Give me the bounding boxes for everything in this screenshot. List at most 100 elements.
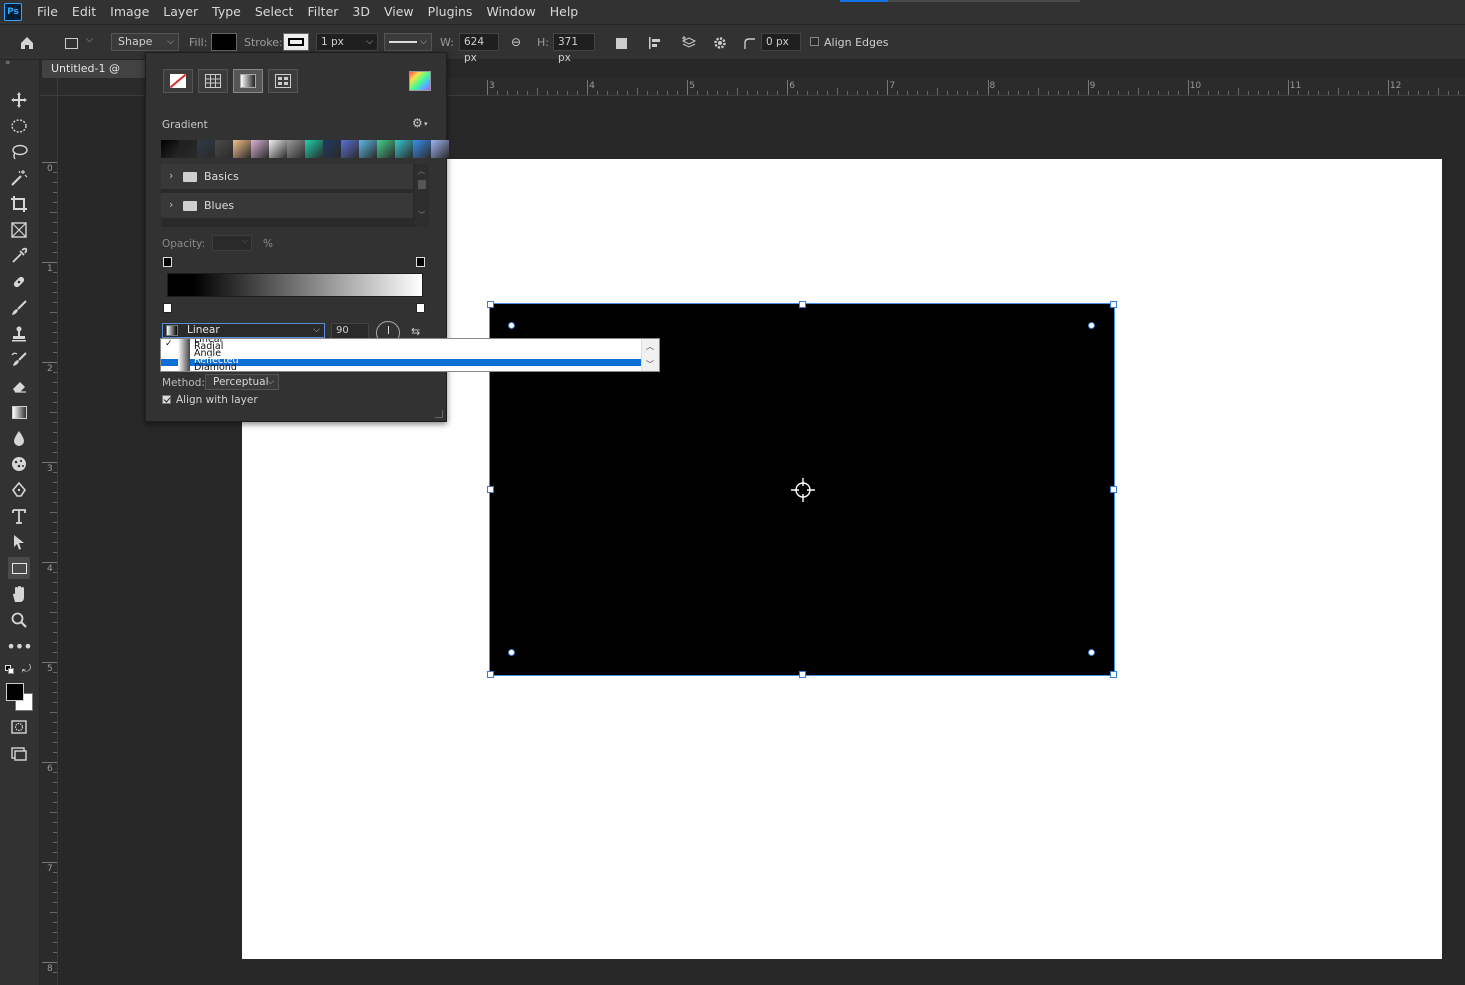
- scroll-thumb[interactable]: [418, 180, 426, 189]
- clone-stamp-tool-icon[interactable]: [8, 323, 30, 345]
- hand-tool-icon[interactable]: [8, 583, 30, 605]
- gradient-preset-swatch[interactable]: [431, 140, 449, 158]
- sponge-tool-icon[interactable]: [8, 453, 30, 475]
- gradient-preset-swatch[interactable]: [413, 140, 431, 158]
- foreground-color-swatch[interactable]: [6, 683, 24, 701]
- solid-color-button[interactable]: [198, 69, 228, 93]
- scroll-up-icon[interactable]: ︿: [418, 166, 425, 176]
- brush-tool-icon[interactable]: [8, 297, 30, 319]
- transform-handle-top[interactable]: [799, 301, 806, 308]
- stroke-type-select[interactable]: ⌵: [384, 33, 432, 51]
- menu-edit[interactable]: Edit: [65, 0, 103, 24]
- gradient-preset-swatch[interactable]: [287, 140, 305, 158]
- pattern-button[interactable]: [268, 69, 298, 93]
- transform-handle-right[interactable]: [1110, 486, 1117, 493]
- folder-row-blues[interactable]: › Blues: [161, 193, 413, 219]
- gradient-preset-swatch[interactable]: [251, 140, 269, 158]
- height-field[interactable]: 371 px: [553, 33, 595, 64]
- crop-tool-icon[interactable]: [8, 193, 30, 215]
- menu-select[interactable]: Select: [248, 0, 301, 24]
- gradient-preset-swatch[interactable]: [197, 140, 215, 158]
- chevron-right-icon[interactable]: ›: [169, 169, 173, 182]
- gradient-preset-swatch[interactable]: [377, 140, 395, 158]
- mode-select[interactable]: Shape ⌵: [111, 33, 179, 51]
- gear-icon[interactable]: [711, 34, 729, 52]
- menu-type[interactable]: Type: [205, 0, 248, 24]
- path-alignment-icon[interactable]: [646, 34, 664, 52]
- zoom-tool-icon[interactable]: [8, 609, 30, 631]
- screen-mode-icon[interactable]: [8, 743, 30, 765]
- tool-preset-picker[interactable]: [62, 34, 80, 52]
- chevron-down-icon[interactable]: ⌵: [86, 35, 93, 45]
- transform-handle-left[interactable]: [487, 486, 494, 493]
- folder-list-scrollbar[interactable]: ︿ ﹀: [415, 164, 429, 227]
- gradient-preset-swatch[interactable]: [161, 140, 179, 158]
- type-tool-icon[interactable]: [8, 505, 30, 527]
- reverse-gradient-icon[interactable]: ⇆: [411, 325, 420, 338]
- gradient-preset-swatch[interactable]: [359, 140, 377, 158]
- link-icon[interactable]: ⊖: [511, 35, 521, 49]
- scroll-up-icon[interactable]: ︿: [646, 341, 654, 352]
- corner-radius-field[interactable]: 0 px: [761, 33, 801, 51]
- rectangle-tool-icon[interactable]: [8, 557, 30, 579]
- menu-window[interactable]: Window: [479, 0, 542, 24]
- scroll-down-icon[interactable]: ﹀: [646, 359, 654, 370]
- menu-3d[interactable]: 3D: [345, 0, 377, 24]
- gradient-button[interactable]: [233, 69, 263, 93]
- opacity-stop-right[interactable]: [416, 257, 425, 267]
- gradient-preset-swatch[interactable]: [305, 140, 323, 158]
- chevron-right-icon[interactable]: ›: [169, 198, 173, 211]
- transform-handle-top-right[interactable]: [1110, 301, 1117, 308]
- path-selection-tool-icon[interactable]: [8, 531, 30, 553]
- document-tab[interactable]: Untitled-1 @ 100%: [42, 60, 152, 93]
- dropdown-scrollbar[interactable]: ︿ ﹀: [641, 339, 659, 371]
- color-picker-button[interactable]: [409, 71, 431, 91]
- move-tool-icon[interactable]: [8, 89, 30, 111]
- ruler-origin[interactable]: [40, 78, 58, 96]
- history-brush-tool-icon[interactable]: [8, 349, 30, 371]
- menu-plugins[interactable]: Plugins: [421, 0, 480, 24]
- gradient-ramp[interactable]: [167, 273, 423, 297]
- angle-field[interactable]: 90: [331, 323, 369, 339]
- fill-swatch[interactable]: [211, 33, 237, 51]
- elliptical-marquee-tool-icon[interactable]: [8, 115, 30, 137]
- lasso-tool-icon[interactable]: [8, 141, 30, 163]
- pen-tool-icon[interactable]: [8, 479, 30, 501]
- transform-handle-bottom[interactable]: [799, 671, 806, 678]
- frame-tool-icon[interactable]: [8, 219, 30, 241]
- style-option-diamond[interactable]: Diamond: [161, 363, 641, 371]
- color-stop-left[interactable]: [163, 303, 172, 313]
- gradient-style-select[interactable]: Linear ⌵: [162, 323, 325, 338]
- stroke-width-field[interactable]: 1 px ⌵: [316, 33, 378, 51]
- eyedropper-tool-icon[interactable]: [8, 245, 30, 267]
- opacity-stop-left[interactable]: [163, 257, 172, 267]
- corner-radius-handle[interactable]: [1088, 649, 1095, 656]
- menu-view[interactable]: View: [377, 0, 421, 24]
- align-edges-checkbox[interactable]: [810, 37, 819, 46]
- corner-radius-handle[interactable]: [508, 322, 515, 329]
- default-colors-icon[interactable]: [5, 665, 14, 674]
- quick-mask-icon[interactable]: [8, 716, 30, 738]
- expand-panel-icon[interactable]: »: [5, 58, 11, 68]
- more-tools-icon[interactable]: •••: [6, 635, 32, 657]
- gradient-preset-swatch[interactable]: [395, 140, 413, 158]
- menu-help[interactable]: Help: [543, 0, 586, 24]
- eraser-tool-icon[interactable]: [8, 375, 30, 397]
- transform-handle-bottom-left[interactable]: [487, 671, 494, 678]
- no-fill-button[interactable]: [163, 69, 193, 93]
- swap-colors-icon[interactable]: ⤾: [22, 662, 31, 676]
- gradient-preset-swatch[interactable]: [269, 140, 287, 158]
- gradient-preset-swatch[interactable]: [323, 140, 341, 158]
- align-with-layer-checkbox[interactable]: [162, 395, 171, 404]
- width-field[interactable]: 624 px: [459, 33, 499, 64]
- resize-grip[interactable]: [435, 410, 443, 418]
- transform-handle-bottom-right[interactable]: [1110, 671, 1117, 678]
- gradient-preset-swatch[interactable]: [179, 140, 197, 158]
- menu-filter[interactable]: Filter: [300, 0, 345, 24]
- path-arrangement-icon[interactable]: [680, 34, 698, 52]
- gradient-tool-icon[interactable]: [8, 401, 30, 423]
- healing-brush-tool-icon[interactable]: [8, 271, 30, 293]
- scroll-down-icon[interactable]: ﹀: [418, 210, 425, 220]
- method-select[interactable]: Perceptual ⌵: [205, 374, 279, 390]
- transform-handle-top-left[interactable]: [487, 301, 494, 308]
